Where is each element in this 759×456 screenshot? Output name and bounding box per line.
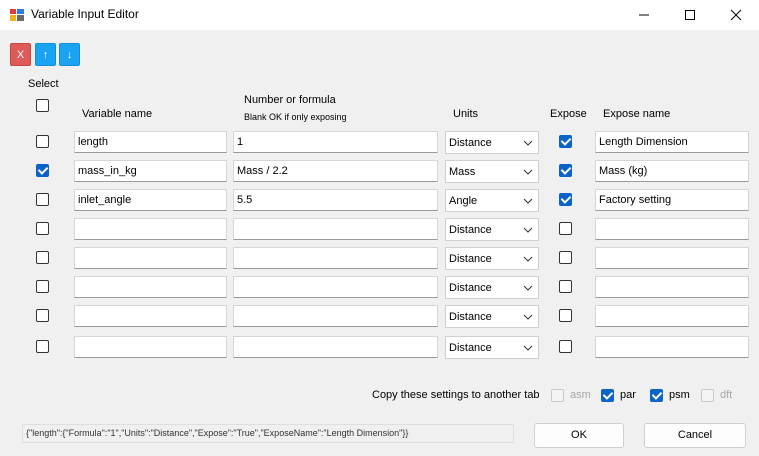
expose-name-input[interactable]: Mass (kg) [595, 160, 749, 182]
expose-header: Expose [550, 108, 587, 120]
formula-input[interactable] [233, 218, 438, 240]
expose-checkbox[interactable] [559, 135, 572, 148]
units-value: Angle [449, 195, 478, 207]
chevron-down-icon [523, 140, 533, 146]
chevron-down-icon [523, 285, 533, 291]
formula-input[interactable]: 5.5 [233, 189, 438, 211]
json-preview: {"length":{"Formula":"1","Units":"Distan… [22, 424, 514, 443]
chevron-down-icon [523, 256, 533, 262]
units-select[interactable]: Distance [445, 336, 539, 359]
expose-name-input[interactable]: Factory setting [595, 189, 749, 211]
units-select[interactable]: Angle [445, 189, 539, 212]
units-header: Units [453, 108, 479, 120]
units-value: Distance [449, 282, 492, 294]
delete-row-button[interactable]: X [10, 43, 31, 66]
formula-input[interactable] [233, 276, 438, 298]
copy-settings-label: Copy these settings to another tab [372, 389, 540, 401]
minimize-icon[interactable] [621, 0, 667, 30]
copy-dft-checkbox[interactable] [701, 389, 714, 402]
expose-checkbox[interactable] [559, 309, 572, 322]
units-select[interactable]: Distance [445, 218, 539, 241]
variable-name-input[interactable]: mass_in_kg [74, 160, 227, 182]
expose-name-input[interactable] [595, 305, 749, 327]
chevron-down-icon [523, 345, 533, 351]
units-select[interactable]: Distance [445, 131, 539, 154]
copy-dft-label: dft [720, 389, 733, 401]
chevron-down-icon [523, 198, 533, 204]
move-down-button[interactable]: ↓ [59, 43, 80, 66]
variable-name-input[interactable]: inlet_angle [74, 189, 227, 211]
units-select[interactable]: Mass [445, 160, 539, 183]
app-icon [9, 7, 25, 23]
expose-checkbox[interactable] [559, 340, 572, 353]
row-select-checkbox[interactable] [36, 193, 49, 206]
copy-psm-checkbox[interactable] [650, 389, 663, 402]
expose-name-input[interactable] [595, 218, 749, 240]
maximize-icon[interactable] [667, 0, 713, 30]
units-value: Distance [449, 253, 492, 265]
formula-input[interactable] [233, 305, 438, 327]
variable-name-header: Variable name [82, 108, 153, 120]
formula-input[interactable] [233, 336, 438, 358]
number-formula-header: Number or formula [244, 94, 336, 106]
row-select-checkbox[interactable] [36, 340, 49, 353]
expose-name-input[interactable] [595, 276, 749, 298]
variable-name-input[interactable] [74, 276, 227, 298]
row-select-checkbox[interactable] [36, 251, 49, 264]
units-value: Distance [449, 137, 492, 149]
expose-name-input[interactable] [595, 247, 749, 269]
formula-input[interactable]: 1 [233, 131, 438, 153]
expose-checkbox[interactable] [559, 193, 572, 206]
variable-name-input[interactable] [74, 305, 227, 327]
variable-name-input[interactable] [74, 247, 227, 269]
expose-checkbox[interactable] [559, 164, 572, 177]
chevron-down-icon [523, 227, 533, 233]
units-value: Mass [449, 166, 476, 178]
expose-checkbox[interactable] [559, 251, 572, 264]
chevron-down-icon [523, 314, 533, 320]
row-select-checkbox[interactable] [36, 164, 49, 177]
chevron-down-icon [523, 169, 533, 175]
row-select-checkbox[interactable] [36, 135, 49, 148]
copy-par-label: par [620, 389, 636, 401]
expose-name-input[interactable] [595, 336, 749, 358]
row-select-checkbox[interactable] [36, 222, 49, 235]
units-value: Distance [449, 224, 492, 236]
move-up-button[interactable]: ↑ [35, 43, 56, 66]
units-value: Distance [449, 311, 492, 323]
window-title: Variable Input Editor [31, 7, 139, 21]
variable-name-input[interactable] [74, 336, 227, 358]
row-select-checkbox[interactable] [36, 309, 49, 322]
expose-name-input[interactable]: Length Dimension [595, 131, 749, 153]
copy-asm-label: asm [570, 389, 591, 401]
row-select-checkbox[interactable] [36, 280, 49, 293]
number-formula-hint: Blank OK if only exposing [244, 112, 347, 122]
expose-checkbox[interactable] [559, 280, 572, 293]
title-bar: Variable Input Editor [0, 0, 759, 30]
formula-input[interactable] [233, 247, 438, 269]
select-header: Select [28, 78, 59, 90]
ok-button[interactable]: OK [534, 423, 624, 448]
units-select[interactable]: Distance [445, 276, 539, 299]
units-select[interactable]: Distance [445, 247, 539, 270]
units-select[interactable]: Distance [445, 305, 539, 328]
variable-name-input[interactable]: length [74, 131, 227, 153]
copy-par-checkbox[interactable] [601, 389, 614, 402]
cancel-button[interactable]: Cancel [644, 423, 746, 448]
variable-name-input[interactable] [74, 218, 227, 240]
expose-checkbox[interactable] [559, 222, 572, 235]
select-all-checkbox[interactable] [36, 99, 49, 112]
copy-asm-checkbox[interactable] [551, 389, 564, 402]
units-value: Distance [449, 342, 492, 354]
copy-psm-label: psm [669, 389, 690, 401]
close-icon[interactable] [713, 0, 759, 30]
formula-input[interactable]: Mass / 2.2 [233, 160, 438, 182]
expose-name-header: Expose name [603, 108, 671, 120]
